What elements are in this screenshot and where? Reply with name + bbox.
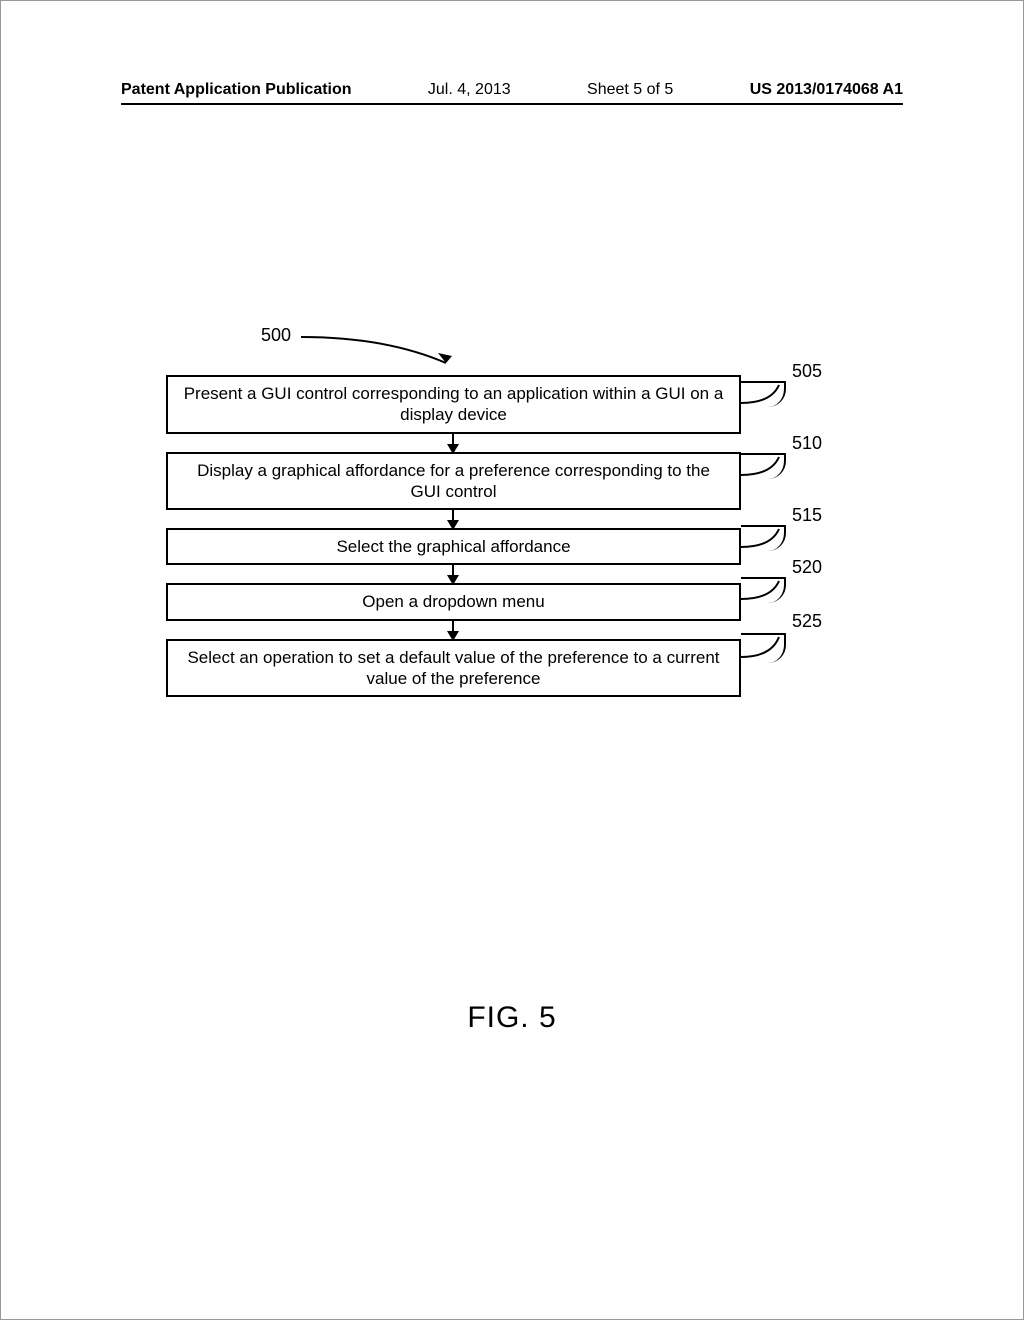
flow-step-ref: 510 xyxy=(792,433,822,454)
callout-line xyxy=(741,381,786,407)
flow-step-515: Select the graphical affordance xyxy=(166,528,741,565)
arrow-down-icon xyxy=(452,565,454,583)
callout-line xyxy=(741,453,786,479)
figure-caption: FIG. 5 xyxy=(1,1001,1023,1035)
flowchart: 500 Present a GUI control corresponding … xyxy=(166,331,806,697)
flow-step-510: Display a graphical affordance for a pre… xyxy=(166,452,741,511)
publication-number: US 2013/0174068 A1 xyxy=(750,81,903,99)
sheet-number: Sheet 5 of 5 xyxy=(587,81,673,99)
arrow-down-icon xyxy=(452,434,454,452)
arrow-down-icon xyxy=(452,510,454,528)
callout-line xyxy=(741,577,786,603)
flow-step-505: Present a GUI control corresponding to a… xyxy=(166,375,741,434)
flowchart-start-ref: 500 xyxy=(261,325,291,346)
flow-step-text: Display a graphical affordance for a pre… xyxy=(197,461,710,501)
callout-line xyxy=(741,525,786,551)
flow-step-ref: 525 xyxy=(792,611,822,632)
arrow-down-icon xyxy=(452,621,454,639)
page-header: Patent Application Publication Jul. 4, 2… xyxy=(121,81,903,105)
flow-step-525: Select an operation to set a default val… xyxy=(166,639,741,698)
flow-step-ref: 505 xyxy=(792,361,822,382)
publication-date: Jul. 4, 2013 xyxy=(428,81,511,99)
callout-line xyxy=(741,633,786,663)
flow-step-ref: 520 xyxy=(792,557,822,578)
flow-step-ref: 515 xyxy=(792,505,822,526)
start-arrow-icon xyxy=(296,329,466,377)
publication-label: Patent Application Publication xyxy=(121,81,352,99)
flow-step-text: Open a dropdown menu xyxy=(362,592,544,611)
page-frame: Patent Application Publication Jul. 4, 2… xyxy=(0,0,1024,1320)
flow-step-text: Present a GUI control corresponding to a… xyxy=(184,384,724,424)
flow-step-text: Select the graphical affordance xyxy=(336,537,570,556)
flow-step-text: Select an operation to set a default val… xyxy=(187,648,719,688)
flow-step-520: Open a dropdown menu xyxy=(166,583,741,620)
